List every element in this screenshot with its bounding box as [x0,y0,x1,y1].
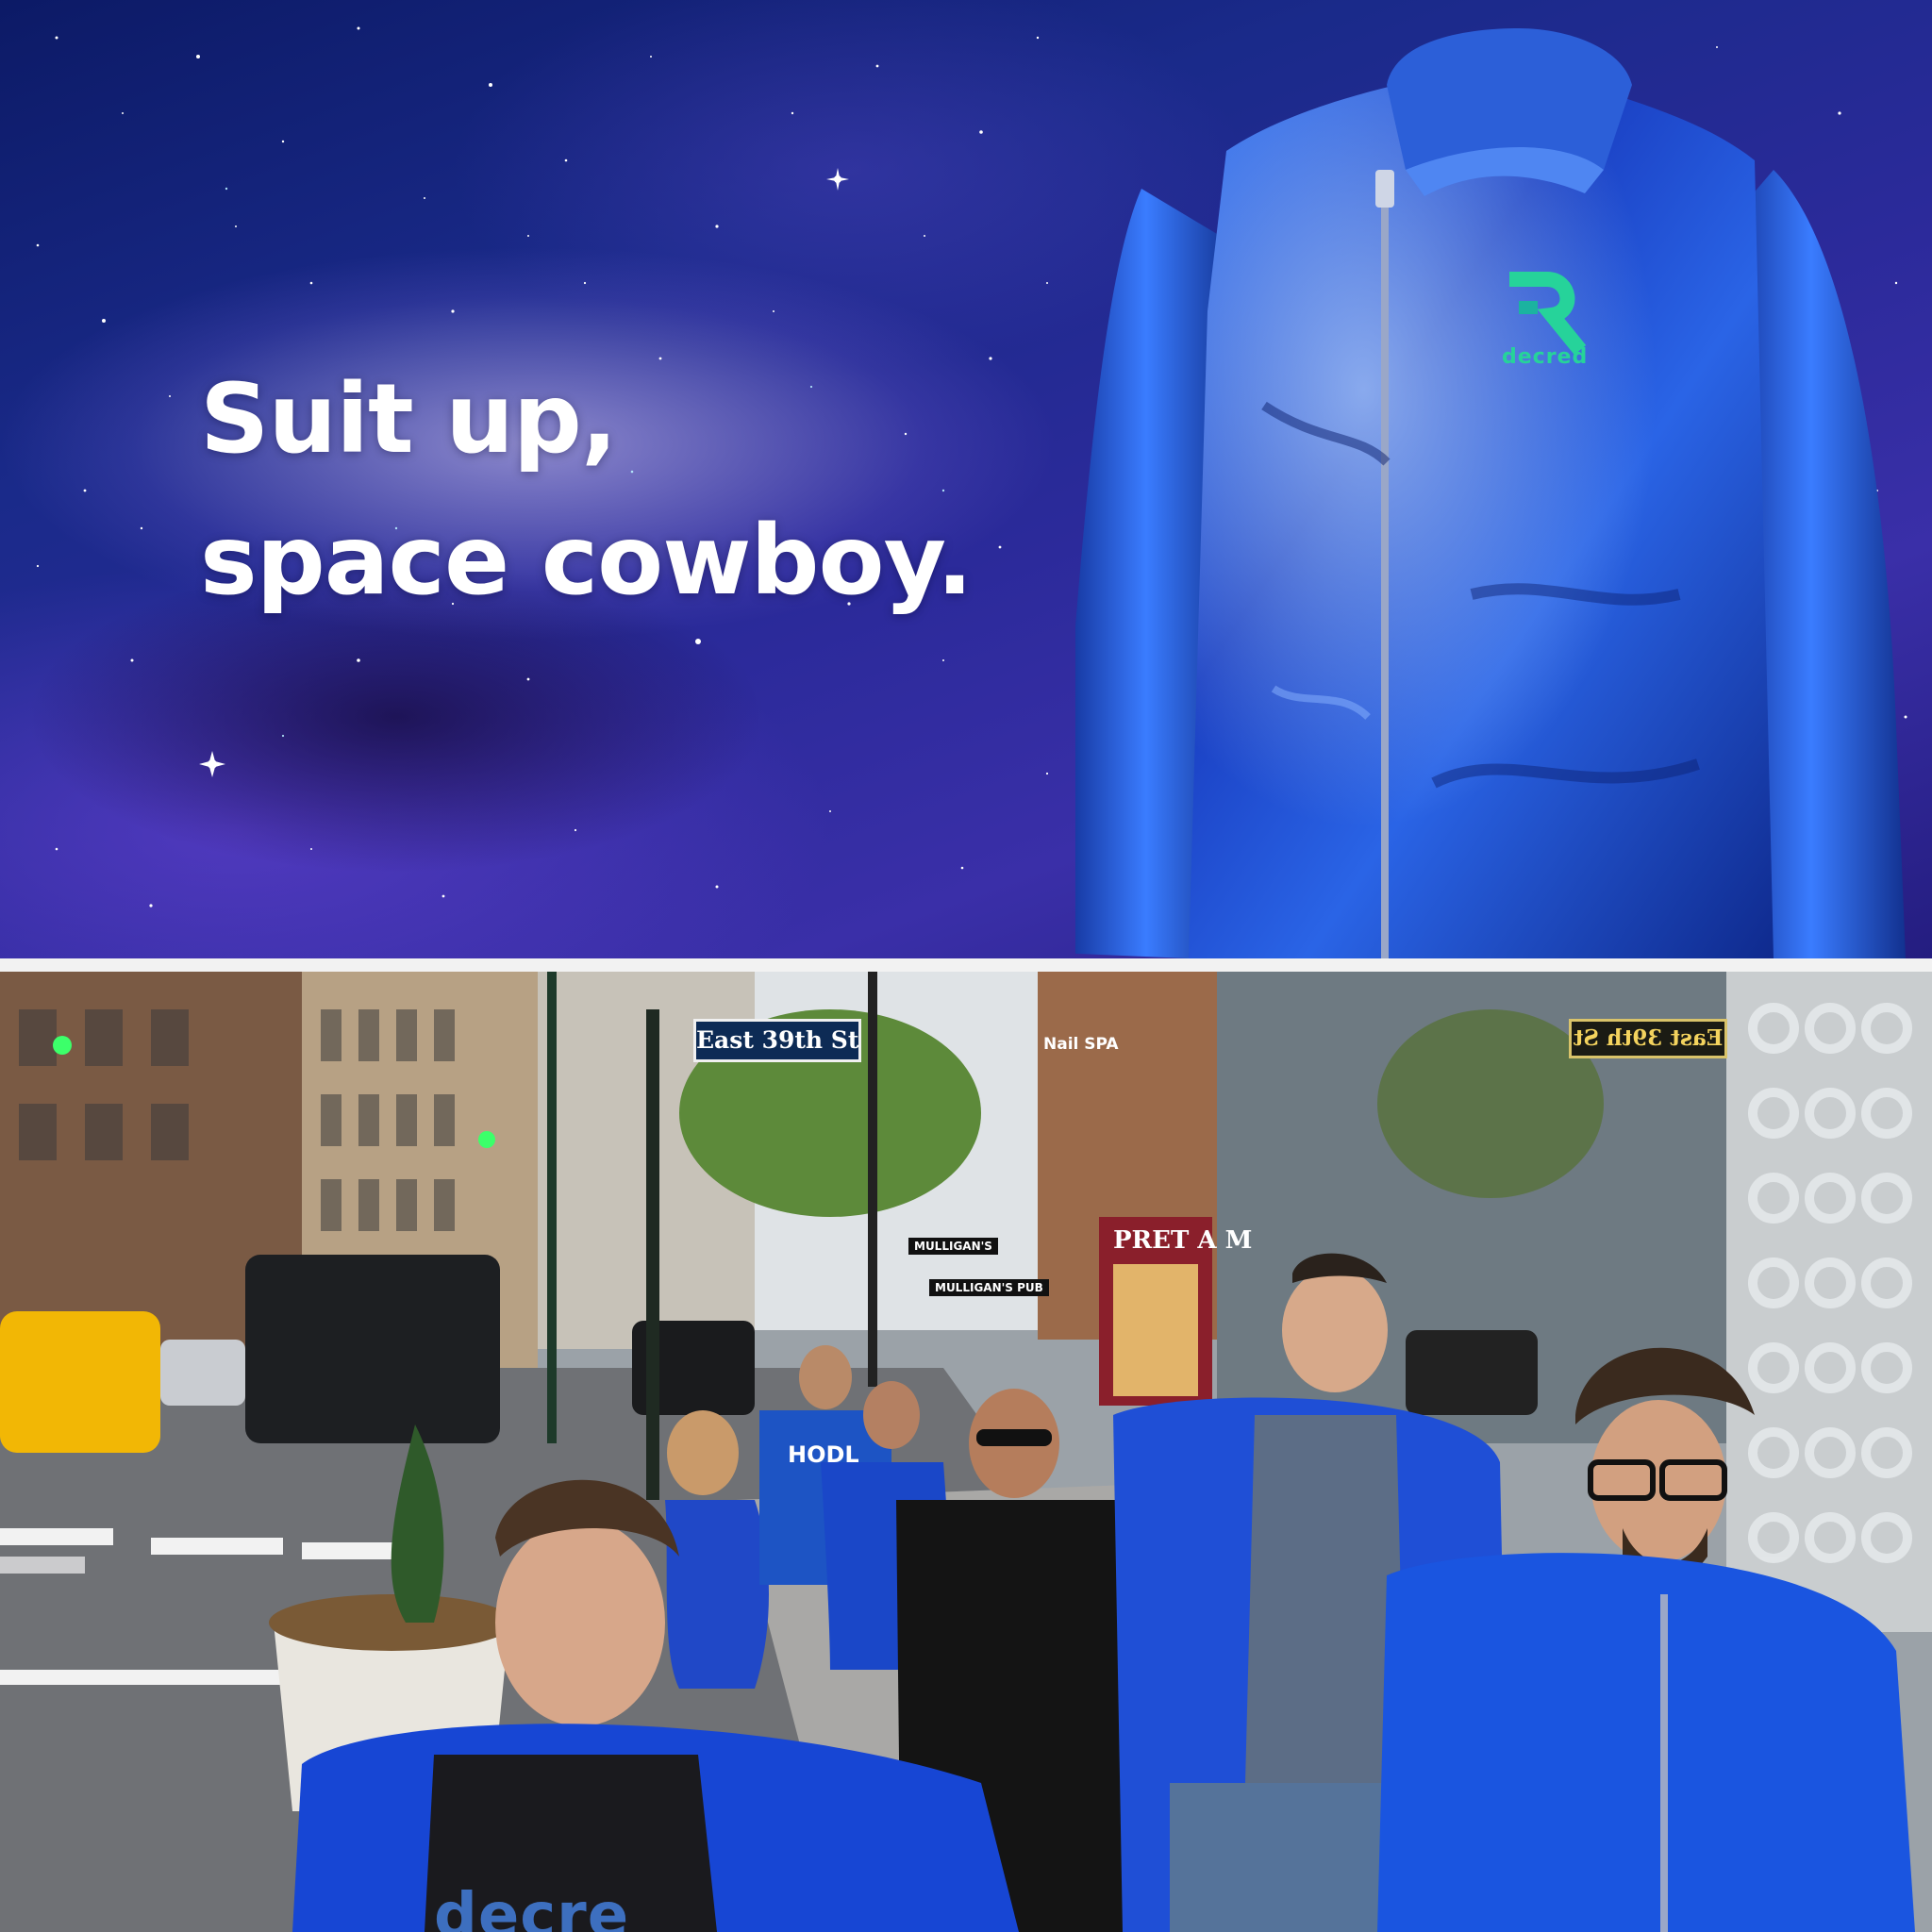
headline-line-1: Suit up, [200,363,618,475]
street-sign: East 39th St [693,1019,861,1062]
headline: Suit up, space cowboy. [200,349,973,632]
divider [0,958,1932,972]
pret-store-sign: PRET A M [1113,1226,1253,1255]
decred-shirt-text: decre [434,1881,630,1932]
street-scene [0,972,1932,1932]
street-sign-reflection: East 39th St [1569,1019,1727,1058]
jacket-logo-text: decred [1502,345,1589,369]
street-photo: East 39th St East 39th St PRET A M MULLI… [0,972,1932,1932]
nail-spa-sign: Nail SPA [1043,1035,1119,1054]
headline-line-2: space cowboy. [200,505,973,617]
space-banner: Suit up, space cowboy. decred [0,0,1932,958]
pub-sign: MULLIGAN'S [908,1238,998,1255]
hodl-shirt-text: HODL [788,1441,859,1468]
metallic-jacket-image [1075,28,1906,958]
pub-sign-2: MULLIGAN'S PUB [929,1279,1049,1296]
image-collage: Suit up, space cowboy. decred East 39th … [0,0,1932,1932]
